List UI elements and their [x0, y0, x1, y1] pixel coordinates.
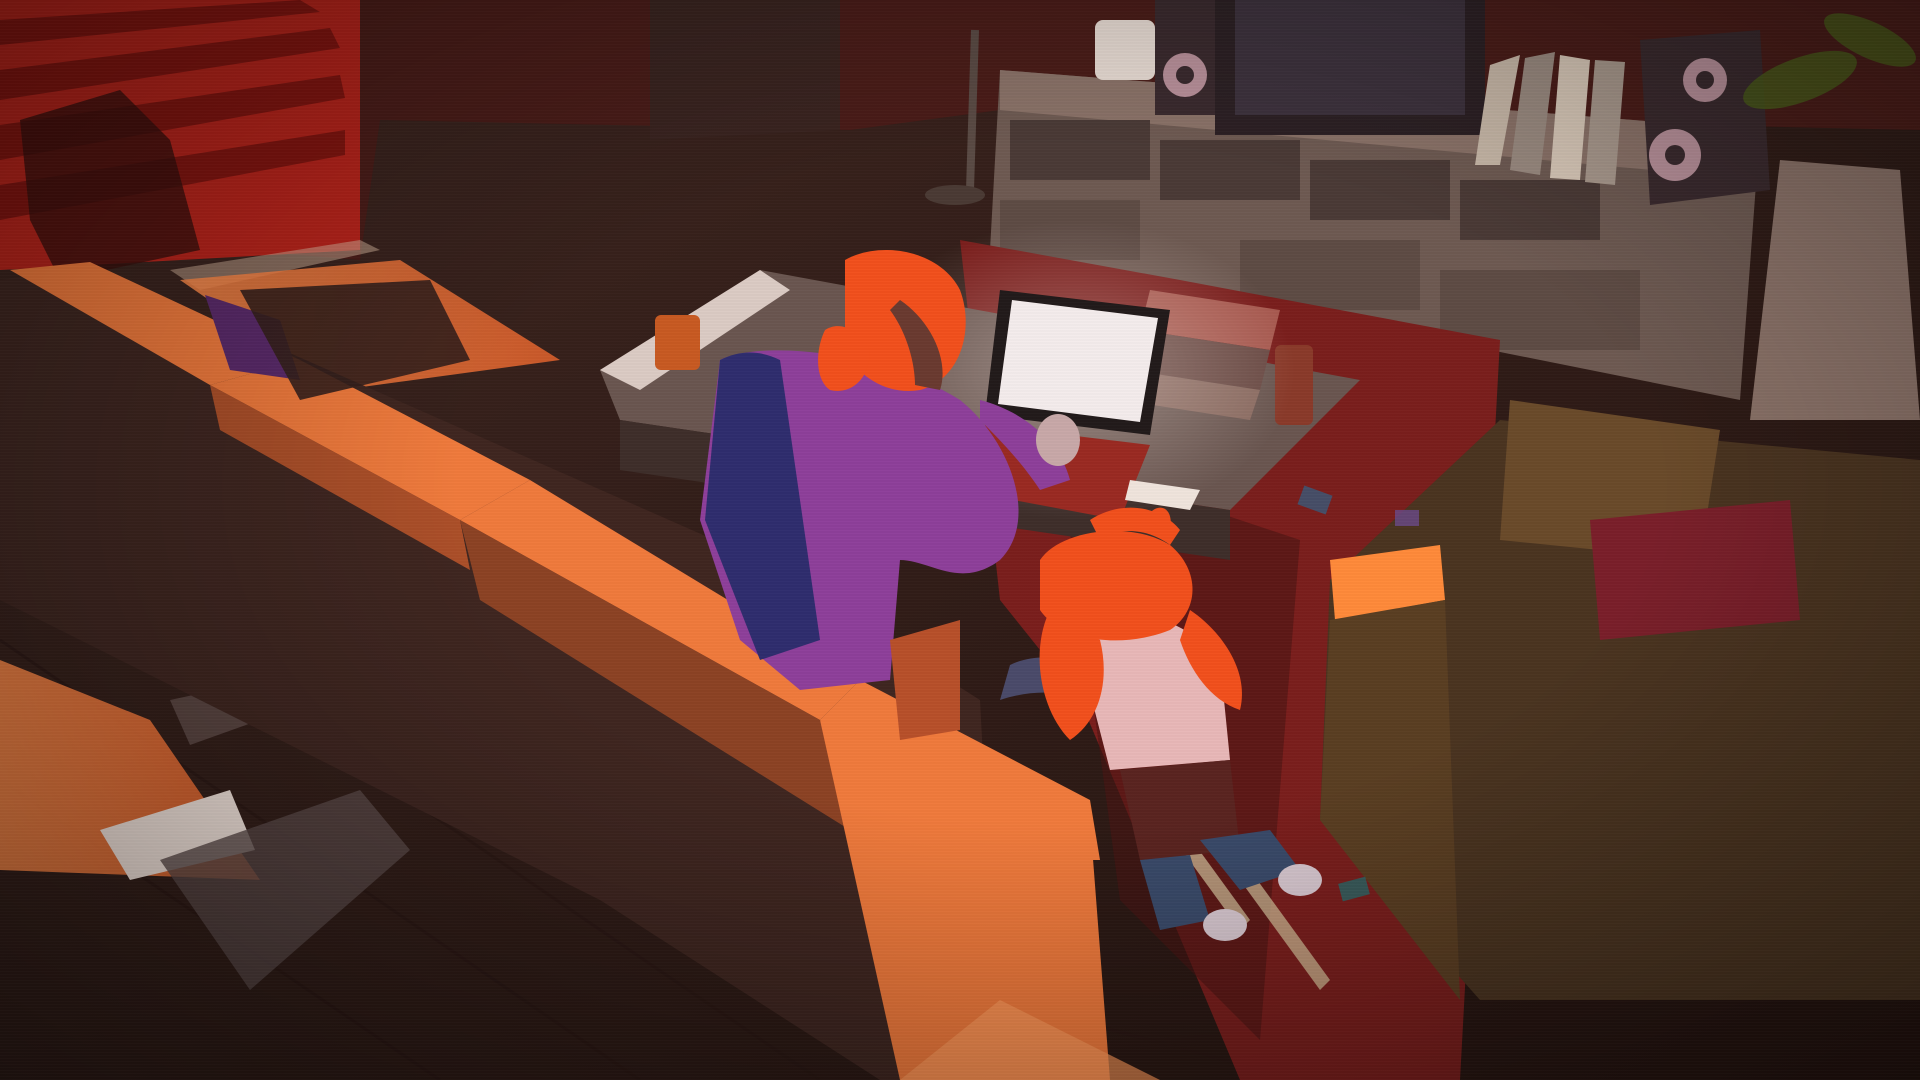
living-room-illustration: [0, 0, 1920, 1080]
man-pants: [890, 620, 960, 740]
doorway: [650, 0, 840, 140]
tv-screen: [1235, 0, 1465, 115]
laptop-screen: [998, 300, 1158, 422]
floor-lamp-pole: [966, 29, 979, 191]
floor-lamp-base: [925, 185, 985, 205]
mug: [655, 315, 700, 370]
man-hand: [1036, 414, 1080, 466]
girl-shoe-right: [1278, 864, 1322, 896]
armchair-cushion: [1590, 500, 1800, 640]
girl-shoe-left: [1203, 909, 1247, 941]
speaker-left: [1155, 0, 1215, 115]
speaker-right: [1640, 30, 1770, 205]
game-scene: [0, 0, 1920, 1080]
